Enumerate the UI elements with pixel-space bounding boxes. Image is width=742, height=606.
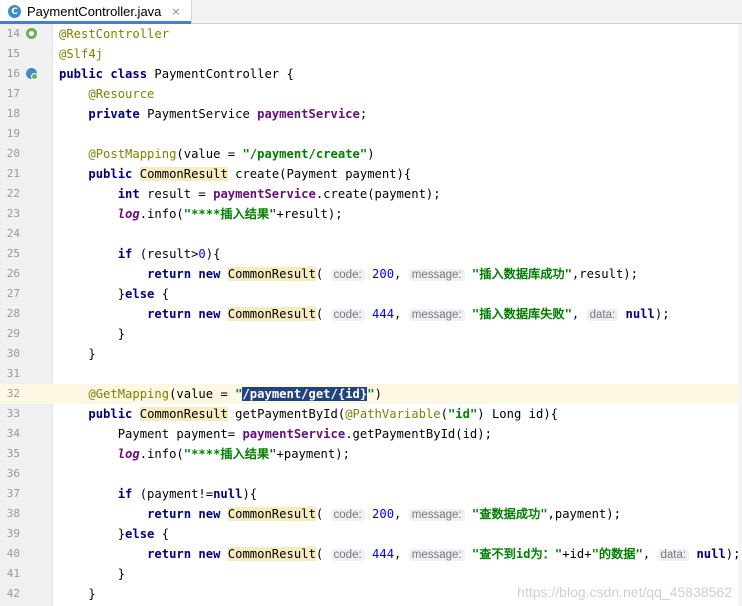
spring-bean-gutter-icon[interactable]: [26, 28, 37, 39]
close-icon[interactable]: ×: [171, 5, 180, 18]
line-number: 23: [6, 207, 20, 220]
java-class-icon: C: [8, 5, 21, 18]
line-number: 21: [6, 167, 20, 180]
watermark: https://blog.csdn.net/qq_45838562: [517, 584, 732, 600]
line-number: 32: [6, 387, 20, 400]
line-number: 39: [6, 527, 20, 540]
code-editor[interactable]: [53, 24, 742, 606]
line-number: 26: [6, 267, 20, 280]
line-number: 31: [6, 367, 20, 380]
line-number: 29: [6, 327, 20, 340]
line-number: 40: [6, 547, 20, 560]
line-number: 28: [6, 307, 20, 320]
line-number: 30: [6, 347, 20, 360]
line-number: 36: [6, 467, 20, 480]
line-number: 22: [6, 187, 20, 200]
line-number: 37: [6, 487, 20, 500]
line-number: 41: [6, 567, 20, 580]
line-number: 25: [6, 247, 20, 260]
line-number: 38: [6, 507, 20, 520]
tab-label: PaymentController.java: [27, 4, 162, 19]
line-number: 15: [6, 47, 20, 60]
line-number: 18: [6, 107, 20, 120]
line-number: 16: [6, 67, 20, 80]
scrollbar[interactable]: [738, 24, 742, 606]
line-number: 24: [6, 227, 20, 240]
tab-payment-controller[interactable]: C PaymentController.java ×: [0, 0, 192, 24]
line-number: 20: [6, 147, 20, 160]
line-number: 14: [6, 27, 20, 40]
line-number: 27: [6, 287, 20, 300]
line-number: 19: [6, 127, 20, 140]
line-number: 42: [6, 587, 20, 600]
bean-navigation-gutter-icon[interactable]: [26, 68, 38, 80]
line-number: 33: [6, 407, 20, 420]
line-number: 34: [6, 427, 20, 440]
line-number: 35: [6, 447, 20, 460]
line-number: 17: [6, 87, 20, 100]
editor-tab-bar: C PaymentController.java ×: [0, 0, 742, 24]
